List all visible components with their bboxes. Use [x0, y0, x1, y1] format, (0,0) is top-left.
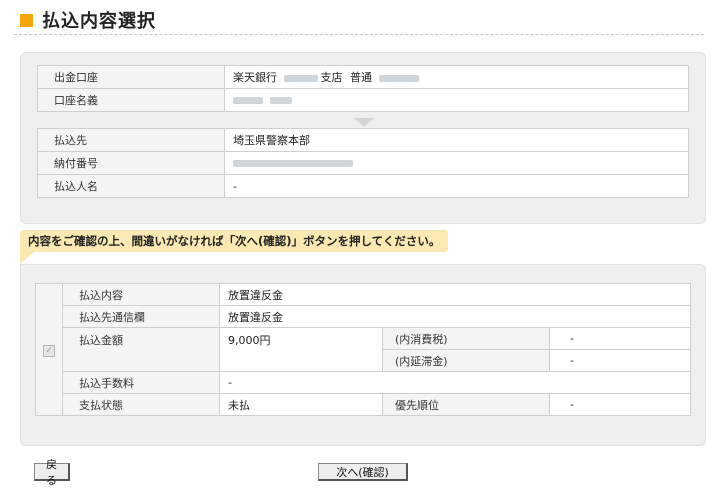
fee-value: -	[219, 371, 691, 394]
title-square-icon	[20, 13, 33, 27]
fee-label: 払込手数料	[62, 371, 220, 394]
masked-account-number	[378, 74, 419, 82]
masked-name-first	[233, 97, 263, 104]
source-bank: 楽天銀行	[233, 71, 277, 84]
table-row: 納付番号	[37, 151, 689, 175]
arrow-down-icon	[354, 118, 374, 127]
account-payee-panel: 出金口座 楽天銀行 支店 普通 口座名義 払込先 埼玉県警察本部 納付番号 払込…	[20, 52, 706, 224]
account-name-value	[224, 88, 689, 112]
back-button[interactable]: 戻る	[34, 458, 70, 487]
masked-name-last	[269, 97, 292, 104]
table-row: 支払状態 未払 優先順位 -	[36, 393, 691, 416]
notice-tail	[20, 252, 34, 264]
amount-label: 払込金額	[62, 327, 220, 372]
details-panel: ✓ 払込内容 放置違反金 払込先通信欄 放置違反金 払込金額 9,000円 (内…	[20, 264, 706, 446]
page-title: 払込内容選択	[42, 11, 156, 32]
table-row: 口座名義	[37, 88, 689, 112]
next-confirm-button[interactable]: 次へ(確認)	[318, 463, 408, 481]
payee-label: 払込先	[37, 128, 225, 152]
amount-value: 9,000円	[219, 327, 383, 372]
source-account-label: 出金口座	[37, 65, 225, 89]
checkbox-checked-icon[interactable]: ✓	[43, 344, 55, 357]
priority-value: -	[549, 393, 691, 416]
payment-number-value	[224, 151, 689, 175]
table-row: 出金口座 楽天銀行 支店 普通	[37, 65, 689, 89]
content-label: 払込内容	[62, 283, 220, 306]
payee-value: 埼玉県警察本部	[224, 128, 689, 152]
payee-table: 払込先 埼玉県警察本部 納付番号 払込人名 -	[37, 128, 689, 198]
source-account-value: 楽天銀行 支店 普通	[224, 65, 689, 89]
page-title-bar: 払込内容選択	[14, 6, 704, 35]
source-account-type: 普通	[350, 71, 372, 84]
table-row: 払込先通信欄 放置違反金	[36, 305, 691, 328]
table-row: 払込手数料 -	[36, 371, 691, 394]
table-row: 払込金額 9,000円 (内消費税) -	[36, 327, 691, 372]
late-fee-label: (内延滞金)	[382, 349, 550, 372]
details-table: ✓ 払込内容 放置違反金 払込先通信欄 放置違反金 払込金額 9,000円 (内…	[35, 283, 691, 416]
content-value: 放置違反金	[219, 283, 691, 306]
memo-label: 払込先通信欄	[62, 305, 220, 328]
confirmation-notice: 内容をご確認の上、間違いがなければ「次へ(確認)」ボタンを押してください。	[20, 230, 449, 252]
tax-label: (内消費税)	[382, 327, 550, 350]
source-branch-suffix: 支店	[320, 71, 343, 84]
account-table: 出金口座 楽天銀行 支店 普通 口座名義	[37, 65, 689, 112]
status-value: 未払	[219, 393, 383, 416]
payer-name-value: -	[224, 174, 689, 198]
priority-label: 優先順位	[382, 393, 550, 416]
table-row: 払込人名 -	[37, 174, 689, 198]
masked-branch	[283, 74, 318, 82]
late-fee-value: -	[549, 349, 691, 372]
table-row: 払込先 埼玉県警察本部	[37, 128, 689, 152]
checkbox-cell: ✓	[35, 283, 63, 416]
tax-value: -	[549, 327, 691, 350]
payer-name-label: 払込人名	[37, 174, 225, 198]
masked-payment-number	[233, 160, 353, 167]
status-label: 支払状態	[62, 393, 220, 416]
payment-number-label: 納付番号	[37, 151, 225, 175]
memo-value: 放置違反金	[219, 305, 691, 328]
account-name-label: 口座名義	[37, 88, 225, 112]
table-row: ✓ 払込内容 放置違反金	[35, 283, 691, 416]
